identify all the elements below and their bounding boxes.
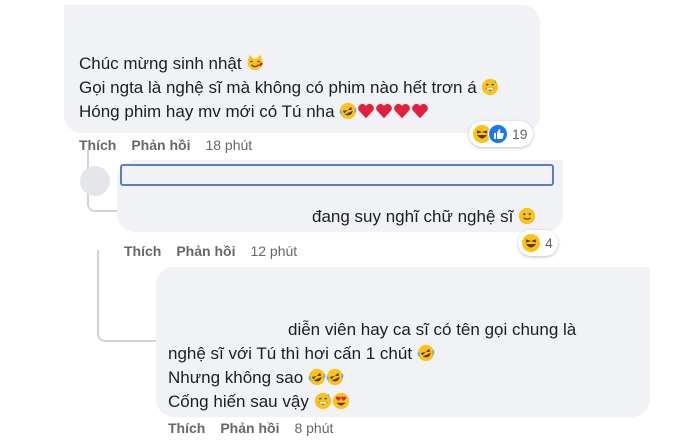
- comment-line: Nhưng không sao: [168, 366, 576, 390]
- grin-sweat-icon: [481, 78, 499, 96]
- comment-line: Chúc mừng sinh nhật: [79, 52, 499, 76]
- comment-actions: Thích Phản hồi 18 phút: [79, 137, 267, 153]
- reaction-count: 19: [512, 126, 528, 142]
- reaction-summary[interactable]: 19: [469, 121, 533, 147]
- rofl-icon: [417, 344, 435, 362]
- heart-icon: [357, 102, 375, 120]
- comment-text: diễn viên hay ca sĩ có tên gọi chung là …: [168, 318, 576, 414]
- comment-line: diễn viên hay ca sĩ có tên gọi chung là: [288, 320, 577, 339]
- reaction-summary[interactable]: 4: [518, 230, 558, 256]
- grin-sweat-icon: [314, 392, 332, 410]
- like-button[interactable]: Thích: [79, 137, 116, 153]
- thread-line: [97, 250, 159, 342]
- comment-line: nghệ sĩ với Tú thì hơi cấn 1 chút: [168, 342, 576, 366]
- comment-line: Gọi ngta là nghệ sĩ mà không có phim nào…: [79, 76, 499, 100]
- heart-icon: [375, 102, 393, 120]
- reply-button[interactable]: Phản hồi: [176, 243, 235, 259]
- slight-smile-icon: [518, 207, 536, 225]
- heart-icon: [393, 102, 411, 120]
- comment-text: đang suy nghĩ chữ nghệ sĩ: [312, 205, 536, 229]
- comment-text: Chúc mừng sinh nhật Gọi ngta là nghệ sĩ …: [79, 52, 499, 124]
- rofl-icon: [326, 368, 344, 386]
- comment-actions: Thích Phản hồi 8 phút: [168, 420, 348, 436]
- heart-eyes-icon: [332, 392, 350, 410]
- name-field-outline: [120, 164, 554, 186]
- like-reaction-icon: [488, 124, 508, 144]
- avatar[interactable]: [80, 166, 110, 196]
- like-button[interactable]: Thích: [168, 420, 205, 436]
- timestamp[interactable]: 8 phút: [294, 420, 333, 436]
- laughing-reaction-icon: [521, 233, 541, 253]
- timestamp[interactable]: 12 phút: [250, 243, 297, 259]
- timestamp[interactable]: 18 phút: [205, 137, 252, 153]
- reply-button[interactable]: Phản hồi: [131, 137, 190, 153]
- smiling-cat-icon: [246, 54, 264, 72]
- heart-icon: [411, 102, 429, 120]
- rofl-icon: [339, 102, 357, 120]
- rofl-icon: [308, 368, 326, 386]
- comment-line: Cống hiến sau vậy: [168, 390, 576, 414]
- like-button[interactable]: Thích: [124, 243, 161, 259]
- comment-line: đang suy nghĩ chữ nghệ sĩ: [312, 205, 536, 229]
- comment-line: Hóng phim hay mv mới có Tú nha: [79, 100, 499, 124]
- comment-actions: Thích Phản hồi 12 phút: [124, 243, 312, 259]
- reaction-count: 4: [545, 235, 553, 251]
- reply-button[interactable]: Phản hồi: [220, 420, 279, 436]
